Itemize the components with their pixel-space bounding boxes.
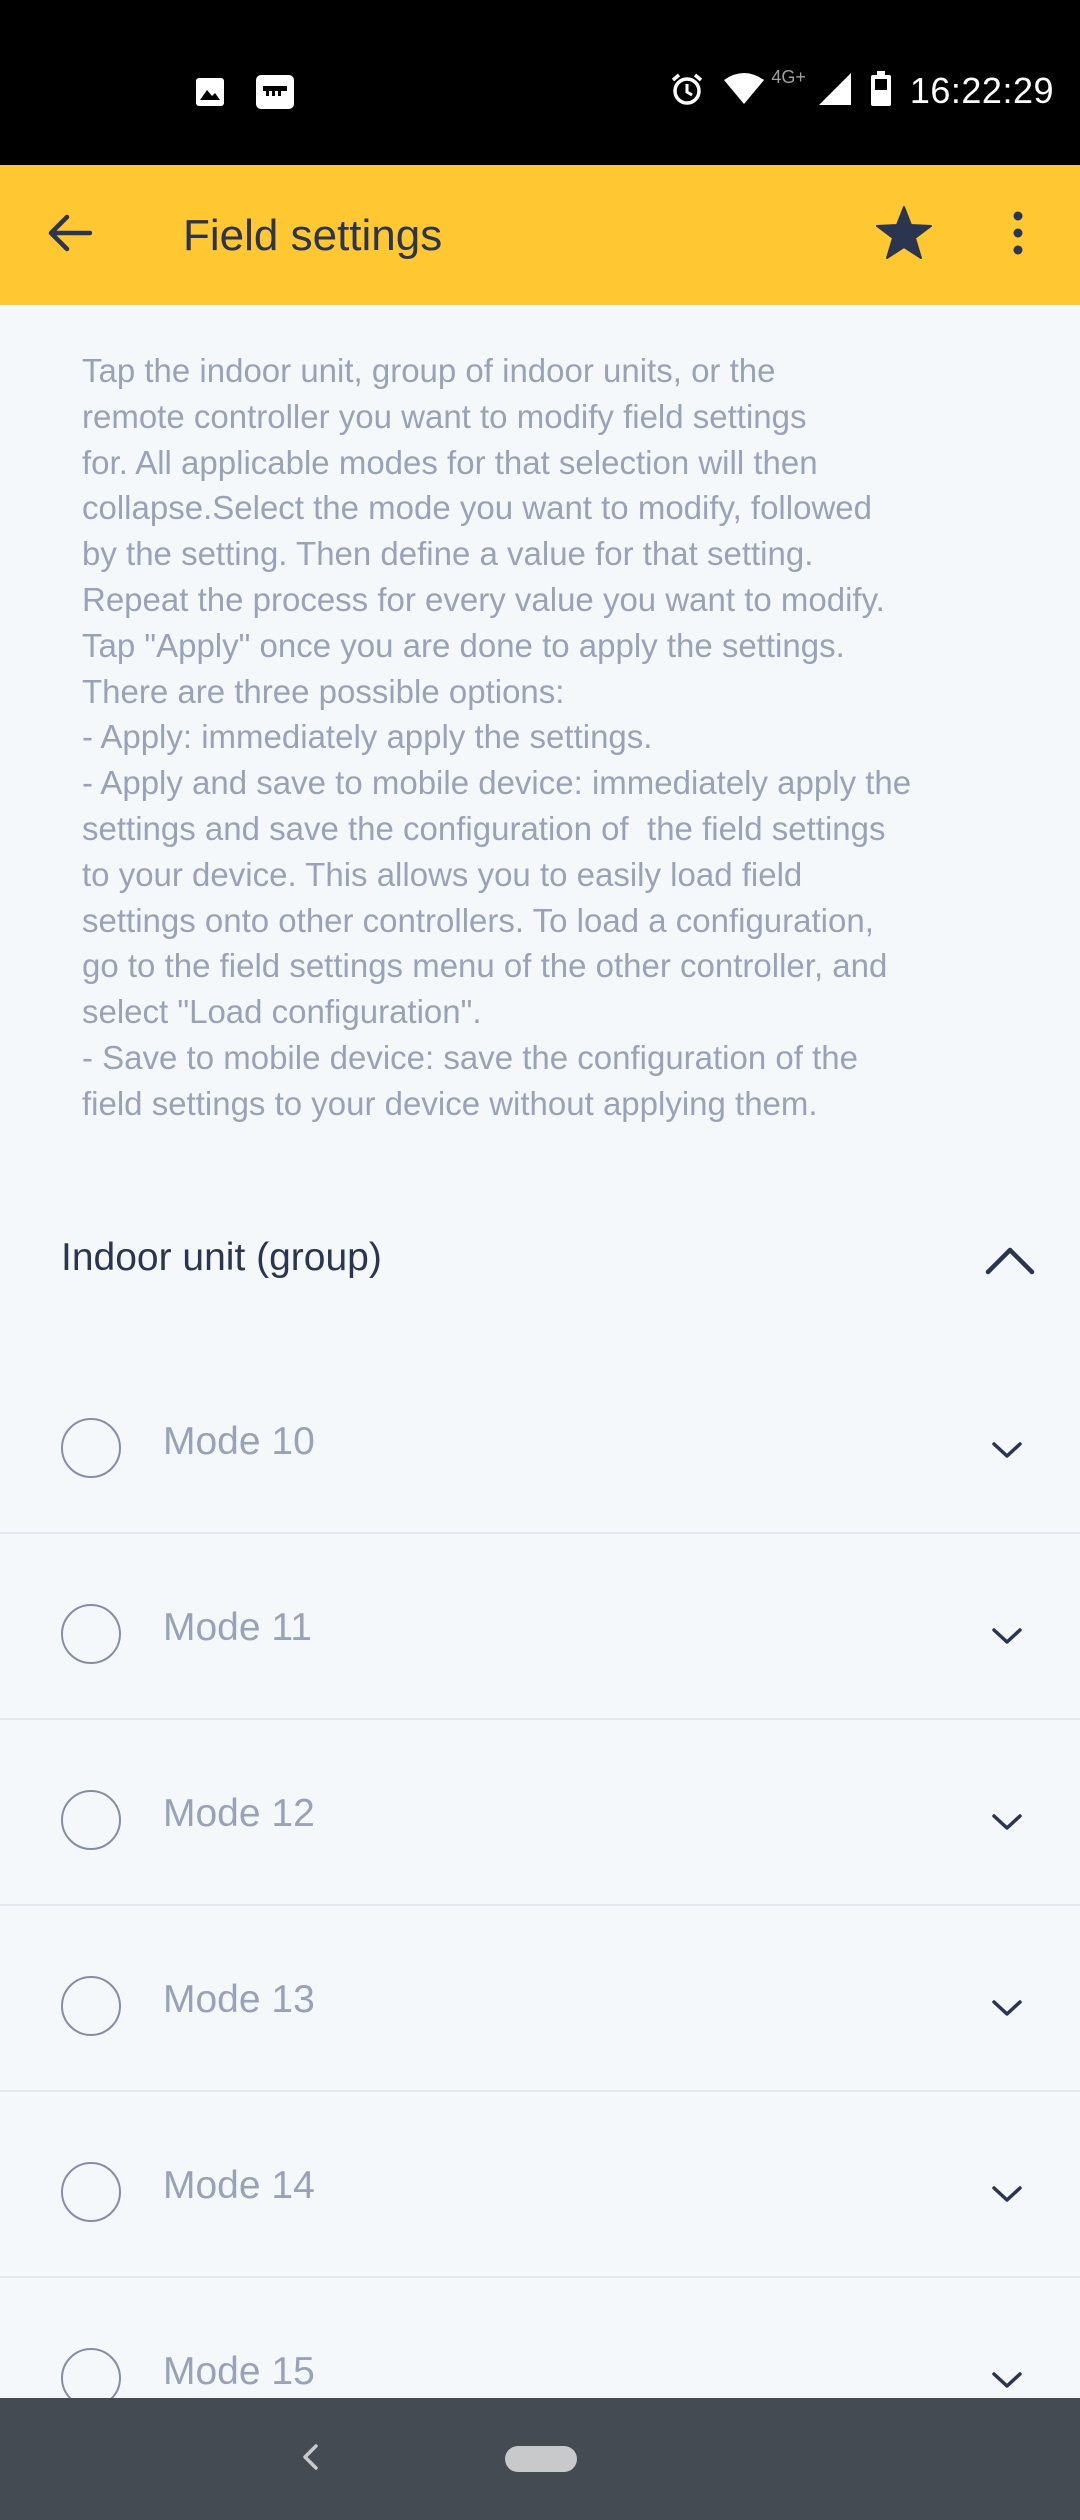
arrow-left-icon xyxy=(48,214,93,257)
star-icon xyxy=(876,205,932,265)
chevron-down-icon[interactable] xyxy=(985,1428,1029,1472)
mode-label: Mode 11 xyxy=(163,1606,312,1649)
nav-back-button[interactable] xyxy=(290,2434,330,2484)
more-vertical-icon xyxy=(1011,211,1025,260)
chevron-up-icon xyxy=(985,1245,1035,1280)
mode-radio[interactable] xyxy=(61,1418,121,1478)
mode-label: Mode 10 xyxy=(163,1420,315,1463)
battery-icon xyxy=(870,70,892,112)
chevron-down-icon[interactable] xyxy=(985,2358,1029,2402)
status-bar: 4G+ 16:22:29 xyxy=(0,0,1080,165)
system-nav-bar xyxy=(0,2398,1080,2520)
wifi-icon xyxy=(723,72,765,111)
mode-label: Mode 13 xyxy=(163,1978,315,2021)
alarm-icon xyxy=(669,71,705,112)
network-type-label: 4G+ xyxy=(771,66,806,87)
chevron-left-icon xyxy=(301,2443,319,2476)
chevron-down-icon[interactable] xyxy=(985,1986,1029,2030)
chevron-down-icon[interactable] xyxy=(985,1800,1029,1844)
mode-label: Mode 12 xyxy=(163,1792,315,1835)
mode-radio[interactable] xyxy=(61,1976,121,2036)
status-left-icons xyxy=(195,74,295,115)
back-button[interactable] xyxy=(40,205,100,265)
mode-radio[interactable] xyxy=(61,1790,121,1850)
chevron-down-icon[interactable] xyxy=(985,1614,1029,1658)
mode-label: Mode 14 xyxy=(163,2164,315,2207)
mode-list: Mode 10 Mode 11 Mode 12 Mode 13 Mode 14 xyxy=(0,1348,1080,2464)
status-right-icons: 4G+ 16:22:29 xyxy=(669,66,1054,112)
signal-icon xyxy=(818,72,852,111)
mode-row[interactable]: Mode 13 xyxy=(0,1906,1080,2092)
favorite-button[interactable] xyxy=(872,203,936,267)
mode-row[interactable]: Mode 10 xyxy=(0,1348,1080,1534)
more-options-button[interactable] xyxy=(988,203,1048,267)
group-title: Indoor unit (group) xyxy=(61,1236,382,1279)
mode-row[interactable]: Mode 12 xyxy=(0,1720,1080,1906)
image-icon xyxy=(195,77,225,112)
mode-row[interactable]: Mode 14 xyxy=(0,2092,1080,2278)
mode-label: Mode 15 xyxy=(163,2350,315,2393)
nav-home-pill[interactable] xyxy=(505,2446,577,2472)
sd-card-icon xyxy=(255,74,295,115)
app-bar: Field settings xyxy=(0,165,1080,305)
mode-row[interactable]: Mode 11 xyxy=(0,1534,1080,1720)
instructions-text: Tap the indoor unit, group of indoor uni… xyxy=(82,352,912,1122)
collapse-button[interactable] xyxy=(980,1232,1040,1292)
mode-radio[interactable] xyxy=(61,1604,121,1664)
chevron-down-icon[interactable] xyxy=(985,2172,1029,2216)
page-title: Field settings xyxy=(183,211,443,260)
mode-radio[interactable] xyxy=(61,2162,121,2222)
group-header-indoor-unit[interactable]: Indoor unit (group) xyxy=(0,1210,1080,1320)
status-time: 16:22:29 xyxy=(909,70,1054,111)
